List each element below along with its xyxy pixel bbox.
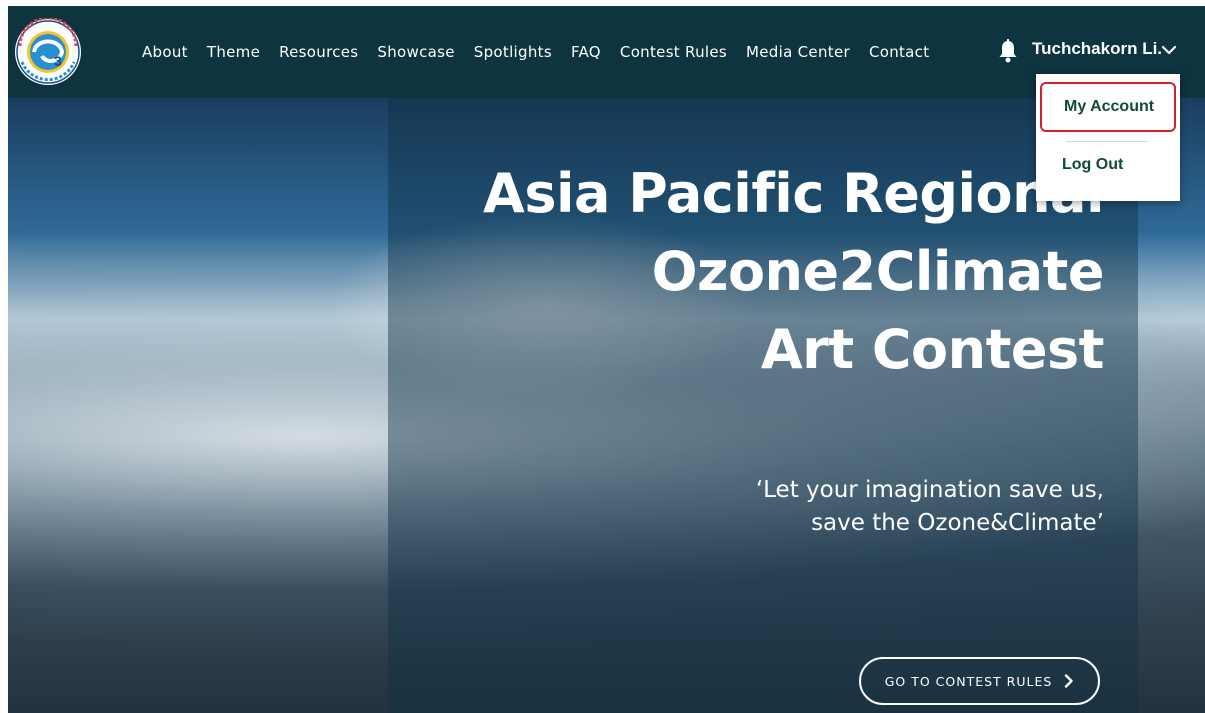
nav-link-faq[interactable]: FAQ: [571, 43, 601, 61]
top-navbar: 3 About Theme Resources Showcase Spotlig…: [8, 6, 1205, 98]
nav-link-theme[interactable]: Theme: [207, 43, 260, 61]
hero-title-line-2: Ozone2Climate: [651, 240, 1105, 303]
my-account-menu-item[interactable]: My Account: [1040, 82, 1176, 132]
main-nav: About Theme Resources Showcase Spotlight…: [142, 6, 948, 98]
go-to-contest-rules-button[interactable]: GO TO CONTEST RULES: [859, 657, 1100, 705]
nav-link-contact[interactable]: Contact: [869, 43, 929, 61]
site-logo-icon[interactable]: 3: [10, 18, 86, 86]
hero-title-line-3: Art Contest: [760, 318, 1105, 381]
hero-tagline-line-2: save the Ozone&Climate’: [811, 510, 1104, 536]
bell-icon[interactable]: [998, 39, 1018, 63]
nav-link-contest-rules[interactable]: Contest Rules: [620, 43, 727, 61]
user-dropdown-menu: My Account Log Out: [1036, 74, 1180, 201]
nav-link-resources[interactable]: Resources: [279, 43, 358, 61]
page-frame: 3 About Theme Resources Showcase Spotlig…: [8, 6, 1205, 713]
cta-label: GO TO CONTEST RULES: [884, 673, 1053, 689]
user-menu-name[interactable]: Tuchchakorn Li.: [1032, 39, 1162, 59]
hero-tagline: ‘Let your imagination save us, save the …: [544, 474, 1104, 540]
svg-text:3: 3: [54, 53, 62, 69]
hero-title: Asia Pacific Regional Ozone2Climate Art …: [404, 155, 1104, 389]
chevron-right-icon: [1065, 674, 1073, 688]
nav-link-spotlights[interactable]: Spotlights: [474, 43, 552, 61]
hero-tagline-line-1: ‘Let your imagination save us,: [755, 477, 1104, 503]
hero-title-line-1: Asia Pacific Regional: [483, 162, 1104, 225]
log-out-menu-item[interactable]: Log Out: [1040, 140, 1176, 190]
chevron-down-icon[interactable]: [1161, 44, 1177, 56]
nav-link-about[interactable]: About: [142, 43, 188, 61]
nav-link-showcase[interactable]: Showcase: [377, 43, 454, 61]
hero-banner: Asia Pacific Regional Ozone2Climate Art …: [8, 98, 1205, 713]
nav-link-media-center[interactable]: Media Center: [746, 43, 850, 61]
